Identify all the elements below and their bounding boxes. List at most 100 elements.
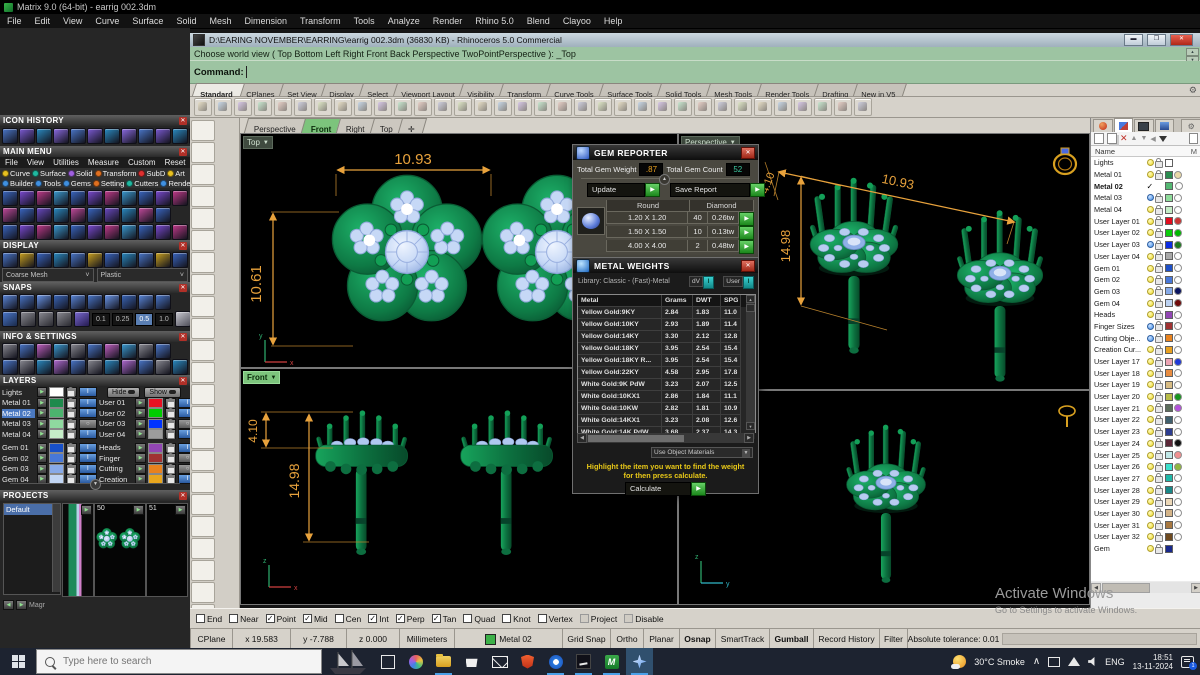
toolbar-icon-5[interactable]: [294, 98, 312, 116]
toolbar-icon-6[interactable]: [314, 98, 332, 116]
hide-button[interactable]: Hide: [107, 387, 140, 398]
visibility-bulb-icon[interactable]: [1147, 323, 1154, 330]
sidebar-layer-lights[interactable]: Lights▶I: [2, 387, 97, 397]
lock-icon[interactable]: [1155, 348, 1163, 355]
sidebar-layer-user-03[interactable]: User 03▶○: [99, 419, 197, 429]
disp-icon-8[interactable]: [138, 252, 154, 268]
menu-rhino-5-0[interactable]: Rhino 5.0: [475, 16, 514, 26]
visibility-bulb-icon[interactable]: [1147, 452, 1154, 459]
metal-table-row[interactable]: Yellow Gold:14KY3.302.1212.8: [578, 331, 755, 343]
toolbar-tab-standard[interactable]: Standard: [192, 83, 245, 96]
layer-color-swatch[interactable]: [148, 453, 163, 463]
layer-color-swatch[interactable]: [1165, 276, 1173, 284]
hist-icon-9[interactable]: [155, 128, 171, 144]
osnap-project[interactable]: Project: [580, 614, 617, 624]
toolbar-icon-32[interactable]: [834, 98, 852, 116]
scrollbar-thumb[interactable]: [746, 304, 755, 312]
layer-color-swatch[interactable]: [148, 408, 163, 418]
mm-icon-8[interactable]: [138, 190, 154, 206]
lock-icon[interactable]: [1155, 219, 1163, 226]
visibility-bulb-icon[interactable]: [1147, 335, 1154, 342]
metal-table-row[interactable]: White Gold:10KX12.861.8411.1: [578, 391, 755, 403]
palette-tool-15[interactable]: [191, 450, 215, 471]
main-menu-tab-cutters[interactable]: Cutters: [126, 179, 158, 188]
lock-icon[interactable]: [1155, 313, 1163, 320]
lock-icon[interactable]: [1155, 523, 1163, 530]
brave-icon[interactable]: [514, 648, 541, 675]
layer-toggle[interactable]: I: [79, 398, 97, 408]
material-circle-icon[interactable]: [1174, 369, 1182, 377]
project-thumb-1[interactable]: ▶: [62, 503, 94, 597]
gem-row-go-icon[interactable]: ▶: [739, 240, 754, 254]
layer-color-swatch[interactable]: [49, 453, 64, 463]
disp-icon-9[interactable]: [155, 252, 171, 268]
toolbar-icon-24[interactable]: [674, 98, 692, 116]
sidebar-layer-metal-03[interactable]: Metal 03▶○: [2, 419, 97, 429]
task-view-icon[interactable]: [374, 648, 401, 675]
tray-window-icon[interactable]: [1048, 657, 1060, 667]
menu-surface[interactable]: Surface: [132, 16, 163, 26]
osnap-vertex[interactable]: Vertex: [538, 614, 573, 624]
render-material-dropdown[interactable]: Plastic˅: [97, 268, 189, 282]
lock-icon[interactable]: [1155, 383, 1163, 390]
info2-icon-3[interactable]: [53, 359, 69, 375]
language-indicator[interactable]: ENG: [1105, 657, 1125, 667]
layer-color-swatch[interactable]: [1165, 299, 1173, 307]
layer-color-swatch[interactable]: [1165, 486, 1173, 494]
thumb-expand-icon[interactable]: ▶: [81, 505, 92, 515]
main-menu-tab-transform[interactable]: Transform: [95, 169, 137, 178]
layer-row[interactable]: User Layer 03: [1091, 239, 1200, 251]
main-menu-tab-render[interactable]: Render: [160, 179, 193, 188]
lock-icon[interactable]: [66, 464, 77, 474]
layer-color-swatch[interactable]: [1165, 428, 1173, 436]
lock-icon[interactable]: [1155, 430, 1163, 437]
expand-icon[interactable]: ▶: [135, 429, 146, 439]
disp-icon-7[interactable]: [121, 252, 137, 268]
move-up-icon[interactable]: ▲: [1131, 135, 1138, 142]
layer-color-swatch[interactable]: [49, 387, 64, 397]
material-circle-icon[interactable]: [1174, 381, 1182, 389]
layer-row[interactable]: Gem: [1091, 543, 1200, 555]
palette-tool-2[interactable]: [191, 164, 215, 185]
layer-color-swatch[interactable]: [1165, 369, 1173, 377]
lock-icon[interactable]: [1155, 500, 1163, 507]
material-circle-icon[interactable]: [1174, 346, 1182, 354]
menu-dimension[interactable]: Dimension: [244, 16, 287, 26]
snap-icon-5[interactable]: [87, 294, 103, 310]
status-z-0-000[interactable]: z 0.000: [346, 629, 399, 649]
lock-icon[interactable]: [66, 408, 77, 418]
layer-row[interactable]: User Layer 17: [1091, 356, 1200, 368]
mm-icon-5[interactable]: [87, 224, 103, 240]
layer-color-swatch[interactable]: [1165, 474, 1173, 482]
visibility-bulb-icon[interactable]: [1147, 510, 1154, 517]
status-planar[interactable]: Planar: [643, 629, 679, 649]
visibility-bulb-icon[interactable]: [1147, 241, 1154, 248]
main-menu-tab-builder[interactable]: Builder: [2, 179, 33, 188]
layer-row[interactable]: User Layer 25: [1091, 449, 1200, 461]
menu-curve[interactable]: Curve: [95, 16, 119, 26]
gem-table-row[interactable]: 1.20 X 1.20400.26tw▶: [606, 212, 754, 226]
lock-icon[interactable]: [1155, 231, 1163, 238]
scrollbar-thumb[interactable]: [588, 435, 684, 442]
layer-color-swatch[interactable]: [1165, 439, 1173, 447]
expand-icon[interactable]: ▶: [135, 453, 146, 463]
layer-color-swatch[interactable]: [49, 443, 64, 453]
layer-color-swatch[interactable]: [49, 419, 64, 429]
lock-icon[interactable]: [1155, 406, 1163, 413]
close-icon[interactable]: ✕: [179, 117, 187, 125]
volume-icon[interactable]: [1088, 657, 1097, 666]
visibility-bulb-icon[interactable]: [1147, 440, 1154, 447]
osnap-end[interactable]: End: [196, 614, 222, 624]
toolbar-icon-29[interactable]: [774, 98, 792, 116]
layer-color-swatch[interactable]: [49, 408, 64, 418]
material-circle-icon[interactable]: [1174, 276, 1182, 284]
layer-color-swatch[interactable]: [148, 398, 163, 408]
toolbar-icon-22[interactable]: [634, 98, 652, 116]
toolbar-tab-solid-tools[interactable]: Solid Tools: [657, 83, 713, 96]
lock-icon[interactable]: [1155, 254, 1163, 261]
snap-icon-8[interactable]: [138, 294, 154, 310]
layer-row[interactable]: Metal 04: [1091, 204, 1200, 216]
layer-toggle[interactable]: I: [79, 443, 97, 453]
lock-icon[interactable]: [1155, 488, 1163, 495]
hist-icon-5[interactable]: [87, 128, 103, 144]
